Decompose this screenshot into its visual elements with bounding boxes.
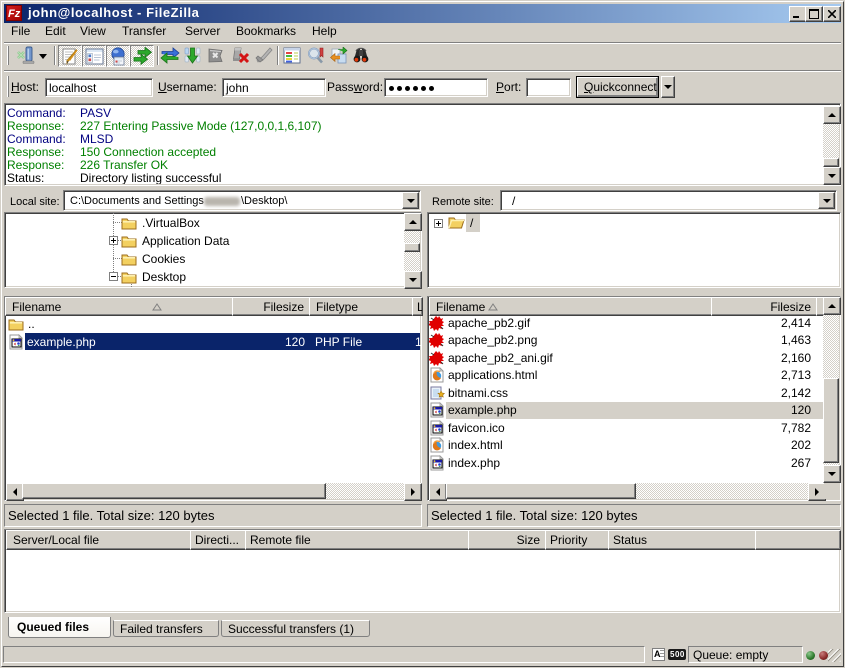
svg-text:Fz: Fz [8, 8, 21, 20]
